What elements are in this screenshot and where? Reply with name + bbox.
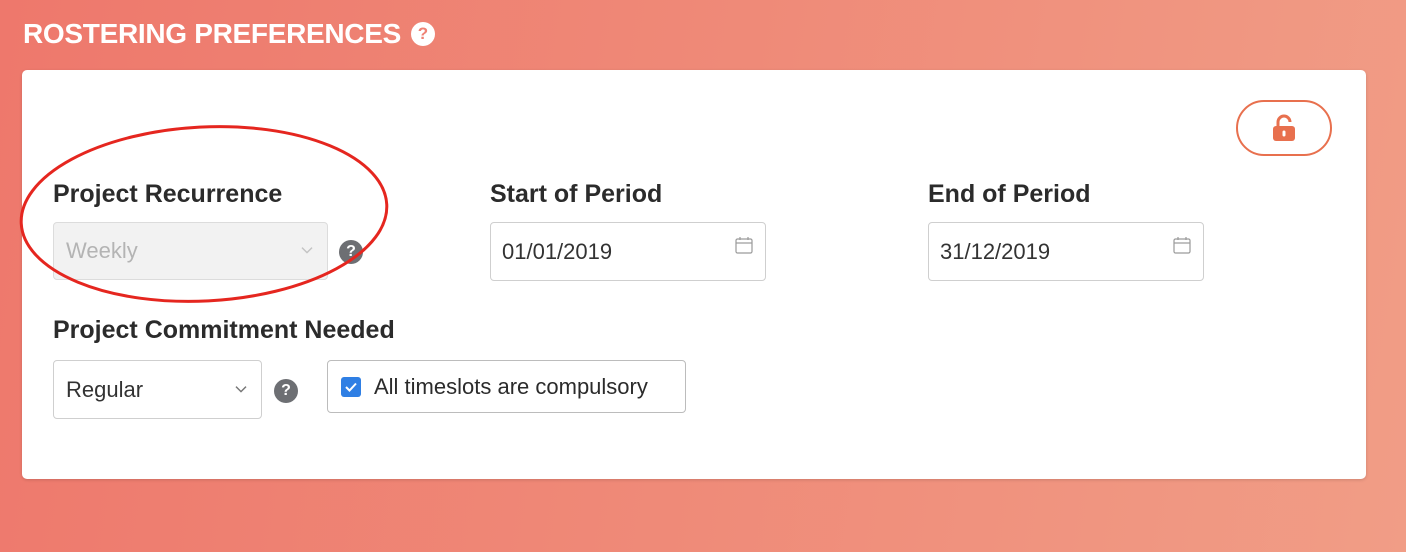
start-period-label: Start of Period bbox=[490, 180, 663, 208]
commitment-select[interactable]: Regular bbox=[53, 360, 262, 419]
start-date-input[interactable]: 01/01/2019 bbox=[490, 222, 766, 281]
chevron-down-icon bbox=[235, 385, 247, 393]
end-date-input[interactable]: 31/12/2019 bbox=[928, 222, 1204, 281]
chevron-down-icon bbox=[301, 247, 313, 254]
end-date-value: 31/12/2019 bbox=[940, 238, 1051, 264]
calendar-icon[interactable] bbox=[1173, 236, 1191, 254]
compulsory-checkbox[interactable] bbox=[341, 376, 361, 397]
calendar-icon[interactable] bbox=[735, 236, 753, 254]
commitment-label: Project Commitment Needed bbox=[53, 316, 395, 344]
question-circle-icon[interactable]: ? bbox=[410, 22, 435, 46]
checkmark-icon bbox=[345, 382, 357, 392]
end-period-label: End of Period bbox=[928, 180, 1091, 208]
compulsory-checkbox-field[interactable]: All timeslots are compulsory bbox=[327, 360, 686, 413]
commitment-value: Regular bbox=[66, 376, 144, 402]
start-date-value: 01/01/2019 bbox=[502, 238, 613, 264]
question-circle-icon[interactable]: ? bbox=[274, 379, 298, 403]
compulsory-label: All timeslots are compulsory bbox=[374, 373, 648, 399]
section-header: ROSTERING PREFERENCES ? bbox=[23, 18, 435, 50]
unlock-icon bbox=[1273, 114, 1295, 141]
recurrence-select[interactable]: Weekly bbox=[53, 222, 328, 280]
section-title: ROSTERING PREFERENCES bbox=[23, 18, 401, 49]
question-circle-icon[interactable]: ? bbox=[339, 240, 363, 264]
recurrence-label: Project Recurrence bbox=[53, 180, 283, 208]
preferences-card: Project Recurrence Weekly ? Start of Per… bbox=[22, 70, 1366, 479]
lock-toggle-button[interactable] bbox=[1236, 100, 1332, 156]
recurrence-value: Weekly bbox=[66, 238, 138, 263]
